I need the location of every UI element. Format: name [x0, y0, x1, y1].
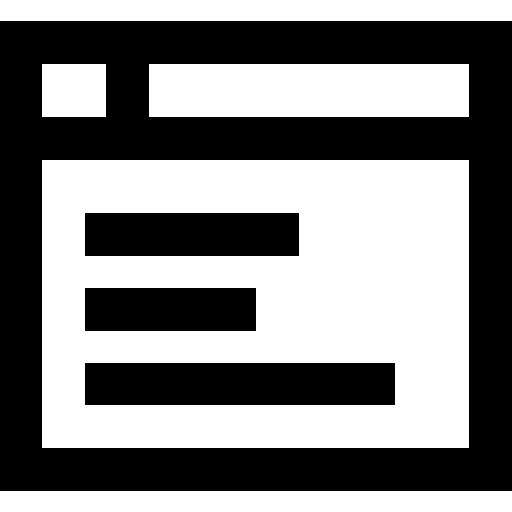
text-line — [85, 363, 395, 405]
browser-window-icon-canvas — [0, 0, 512, 512]
text-line — [85, 213, 299, 256]
browser-window-icon — [0, 21, 512, 491]
window-control-square — [42, 64, 106, 117]
text-line — [85, 288, 256, 331]
address-bar — [149, 64, 469, 117]
